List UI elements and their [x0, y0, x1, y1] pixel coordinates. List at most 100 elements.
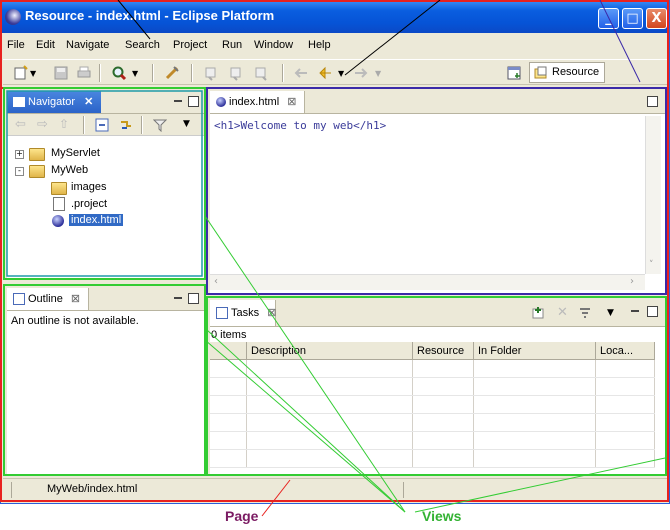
resource-perspective-icon [534, 66, 547, 79]
scroll-down-icon[interactable]: ˅ [649, 260, 654, 270]
print-icon[interactable] [76, 65, 92, 81]
minimize-view-icon[interactable] [631, 310, 639, 312]
column-header-resource[interactable]: Resource [412, 342, 474, 360]
editor-tab-header: index.html ⊠ [210, 91, 665, 114]
toolbar-separator [282, 64, 284, 82]
status-separator [403, 482, 404, 498]
open-task-icon[interactable] [164, 65, 180, 81]
tree-item-myservlet[interactable]: MyServlet [51, 147, 100, 159]
view-menu-icon[interactable]: ▼ [183, 119, 190, 129]
horizontal-scrollbar[interactable]: ‹ › [210, 274, 645, 290]
project-folder-icon [29, 148, 45, 161]
search-dropdown-arrow-icon[interactable]: ▼ [132, 69, 148, 85]
open-perspective-icon[interactable] [506, 65, 522, 81]
column-header-in-folder[interactable]: In Folder [473, 342, 596, 360]
maximize-button[interactable]: □ [622, 8, 643, 29]
tasks-tab-label: Tasks [231, 307, 260, 319]
status-path: MyWeb/index.html [47, 483, 138, 495]
menu-navigate[interactable]: Navigate [66, 39, 109, 51]
close-button[interactable]: X [646, 8, 667, 29]
page-annotation-label: Page [225, 508, 259, 524]
link-with-editor-icon[interactable] [119, 118, 133, 132]
up-icon[interactable]: ⇧ [59, 117, 69, 131]
scroll-left-icon[interactable]: ‹ [214, 276, 218, 287]
next-annotation-icon[interactable] [203, 65, 219, 81]
search-icon[interactable] [111, 65, 127, 81]
tab-tasks[interactable]: Tasks ⊠ [210, 300, 276, 326]
navigator-view: Navigator ✕ ⇦ ⇨ ⇧ ▼ + MyServlet - MyWeb … [7, 91, 204, 278]
previous-annotation-icon[interactable] [228, 65, 244, 81]
menu-search[interactable]: Search [125, 39, 160, 51]
editor-area: index.html ⊠ <h1>Welcome to my web</h1> … [210, 91, 665, 293]
forward-icon[interactable]: ⇨ [37, 117, 48, 132]
tree-item-images[interactable]: images [71, 181, 106, 193]
maximize-view-icon[interactable] [188, 293, 199, 304]
new-wizard-icon[interactable] [13, 65, 29, 81]
column-header-description[interactable]: Description [246, 342, 413, 360]
window-title: Resource - index.html - Eclipse Platform [25, 8, 275, 23]
tab-index-html[interactable]: index.html ⊠ [210, 91, 305, 113]
filter-tasks-icon[interactable] [578, 306, 592, 320]
maximize-editor-icon[interactable] [647, 96, 658, 107]
tree-item-index-html[interactable]: index.html [69, 214, 124, 226]
tasks-table: Description Resource In Folder Loca... [210, 342, 665, 474]
menu-file[interactable]: File [7, 39, 25, 51]
filter-icon[interactable] [153, 118, 167, 132]
toolbar-separator [152, 64, 154, 82]
navigator-icon [13, 97, 25, 108]
eclipse-window: Resource - index.html - Eclipse Platform… [0, 0, 670, 504]
close-icon[interactable]: ⊠ [287, 96, 296, 108]
menu-help[interactable]: Help [308, 39, 331, 51]
maximize-view-icon[interactable] [188, 96, 199, 107]
close-icon[interactable]: ⊠ [71, 293, 80, 305]
file-icon [53, 197, 65, 211]
close-icon[interactable]: ✕ [84, 96, 93, 108]
history-dropdown-arrow-icon[interactable]: ▼ [338, 69, 354, 85]
save-icon[interactable] [53, 65, 69, 81]
expand-icon[interactable]: + [15, 150, 24, 159]
back-arrow-icon[interactable] [293, 65, 309, 81]
tab-navigator[interactable]: Navigator ✕ [7, 91, 101, 113]
forward-history-icon[interactable] [317, 65, 333, 81]
tree-item-project[interactable]: .project [71, 198, 107, 210]
new-dropdown-arrow-icon[interactable]: ▼ [30, 69, 46, 85]
scroll-right-icon[interactable]: › [630, 276, 634, 287]
collapse-all-icon[interactable] [95, 118, 109, 132]
tab-outline[interactable]: Outline ⊠ [7, 288, 89, 310]
menu-run[interactable]: Run [222, 39, 242, 51]
table-row [210, 359, 655, 378]
vertical-scrollbar[interactable]: ˅ [645, 116, 661, 274]
project-folder-icon [29, 165, 45, 178]
column-header-location[interactable]: Loca... [595, 342, 655, 360]
tree-item-myweb[interactable]: MyWeb [51, 164, 88, 176]
collapse-icon[interactable]: - [15, 167, 24, 176]
perspective-resource-button[interactable]: Resource [529, 62, 605, 83]
close-icon[interactable]: ⊠ [267, 307, 276, 319]
status-bar: MyWeb/index.html [3, 478, 667, 500]
editor-tab-label: index.html [229, 96, 280, 108]
column-header-status[interactable] [210, 342, 247, 360]
toolbar-separator [99, 64, 101, 82]
minimize-view-icon[interactable] [174, 297, 182, 299]
menu-window[interactable]: Window [254, 39, 293, 51]
back-icon[interactable]: ⇦ [15, 117, 26, 132]
outline-message: An outline is not available. [11, 315, 139, 327]
table-row [210, 377, 655, 396]
minimize-view-icon[interactable] [174, 100, 182, 102]
add-task-icon[interactable] [531, 306, 545, 320]
maximize-view-icon[interactable] [647, 306, 658, 317]
title-bar[interactable]: Resource - index.html - Eclipse Platform… [1, 1, 669, 33]
menu-edit[interactable]: Edit [36, 39, 55, 51]
view-menu-icon[interactable]: ▼ [607, 308, 614, 318]
editor-text[interactable]: <h1>Welcome to my web</h1> [214, 119, 644, 269]
minimize-button[interactable]: _ [598, 8, 619, 29]
table-row [210, 449, 655, 468]
status-separator [11, 482, 12, 498]
menu-project[interactable]: Project [173, 39, 207, 51]
forward-arrow-icon[interactable] [353, 65, 369, 81]
navigator-tab-header: Navigator ✕ [7, 91, 204, 114]
last-edit-icon[interactable] [253, 65, 269, 81]
delete-task-icon[interactable]: ✕ [557, 305, 568, 320]
tasks-icon [216, 307, 228, 320]
forward-dropdown-arrow-icon[interactable]: ▼ [375, 69, 391, 85]
